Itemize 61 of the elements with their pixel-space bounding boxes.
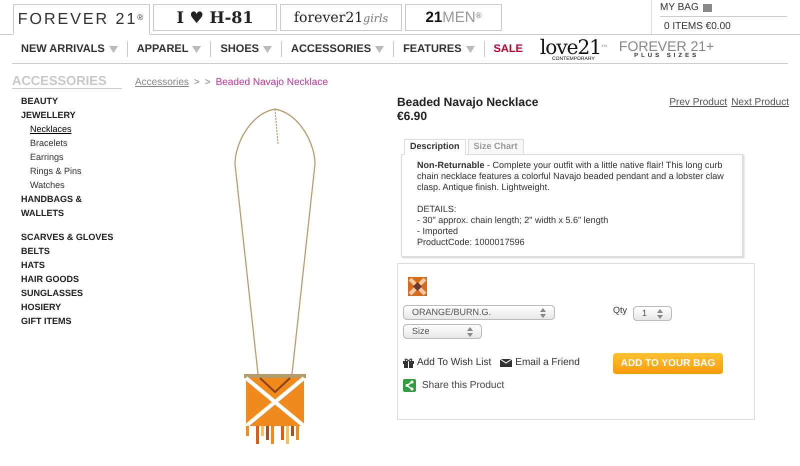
detail-line: - 30" approx. chain length; 2" width x 5.6" length bbox=[417, 215, 608, 226]
qty-label: Qty bbox=[613, 304, 628, 317]
shop-tab[interactable]: I ♥ H-81 bbox=[153, 4, 277, 31]
share-link[interactable]: Share this Product bbox=[422, 378, 504, 393]
nav-link[interactable]: SHOES bbox=[210, 40, 281, 58]
shop-tab[interactable]: FOREVER 21$^{®}$ bbox=[13, 4, 150, 35]
category-link[interactable]: JEWELLERY bbox=[21, 108, 116, 122]
envelope-icon bbox=[500, 358, 512, 366]
product-tab[interactable]: Description bbox=[404, 139, 466, 155]
category-link[interactable]: SCARVES & GLOVES bbox=[21, 230, 116, 244]
subcategory-link[interactable]: Earrings bbox=[30, 150, 64, 164]
bag-icon bbox=[702, 4, 712, 12]
gift-icon bbox=[403, 358, 414, 368]
breadcrumb-separator: > bbox=[204, 76, 211, 90]
caret-icon bbox=[466, 46, 475, 52]
product-price: €6.90 bbox=[397, 109, 428, 123]
breadcrumb-current: Beaded Navajo Necklace bbox=[216, 76, 328, 90]
qty-select[interactable]: 1 bbox=[633, 306, 672, 321]
wish-list-link[interactable]: Add To Wish List bbox=[417, 355, 492, 370]
subcategory-link[interactable]: Watches bbox=[30, 178, 65, 192]
subcategory-link[interactable]: Bracelets bbox=[30, 136, 68, 150]
email-friend-link[interactable]: Email a Friend bbox=[515, 355, 580, 370]
caret-icon bbox=[375, 46, 384, 52]
category-link[interactable]: BEAUTY bbox=[21, 94, 116, 108]
category-link[interactable]: GIFT ITEMS bbox=[21, 314, 116, 328]
subcategory-link[interactable]: Necklaces bbox=[30, 122, 72, 136]
spinner-icon bbox=[540, 308, 546, 318]
nav-link[interactable]: FEATURES bbox=[393, 40, 484, 58]
breadcrumb-link[interactable]: Accessories bbox=[135, 75, 189, 90]
category-link[interactable]: HAIR GOODS bbox=[21, 272, 116, 286]
shop-tab[interactable]: forever21girls bbox=[280, 4, 402, 31]
description-text: Non-Returnable - Complete your outfit with a little native flair! This long curb chain necklace features a colorful Navajo beaded pendant and a lobster claw clasp. Antique finish. Lightweight. bbox=[417, 160, 725, 193]
prev-product-link[interactable]: Prev Product bbox=[669, 95, 728, 110]
nav-link[interactable]: APPAREL bbox=[126, 40, 210, 58]
subcategory-link[interactable]: Rings & Pins bbox=[30, 164, 82, 178]
category-link[interactable]: HOSIERY bbox=[21, 300, 116, 314]
spinner-icon bbox=[657, 308, 664, 318]
product-name: Beaded Navajo Necklace bbox=[397, 95, 538, 109]
nav-link[interactable]: NEW ARRIVALS bbox=[12, 40, 127, 58]
detail-line: ProductCode: 1000017596 bbox=[417, 237, 525, 248]
category-link[interactable]: BELTS bbox=[21, 244, 116, 258]
category-link[interactable]: HANDBAGS & WALLETS bbox=[21, 192, 116, 220]
color-select[interactable]: ORANGE/BURN.G. bbox=[403, 305, 555, 320]
spinner-icon bbox=[467, 326, 473, 336]
breadcrumb-separator: > bbox=[194, 76, 200, 90]
nav-link[interactable]: ACCESSORIES bbox=[281, 40, 394, 58]
nav-link[interactable]: SALE bbox=[484, 40, 532, 58]
next-product-link[interactable]: Next Product bbox=[731, 95, 789, 110]
detail-line: DETAILS: bbox=[417, 204, 456, 215]
category-link[interactable]: SUNGLASSES bbox=[21, 286, 116, 300]
caret-icon bbox=[108, 46, 118, 52]
color-swatch[interactable] bbox=[408, 277, 427, 296]
share-icon bbox=[403, 379, 416, 392]
bag-title[interactable]: MY BAG bbox=[660, 0, 699, 15]
shop-tab[interactable]: 21MEN$^{®}$ bbox=[405, 4, 502, 31]
caret-icon bbox=[192, 46, 202, 52]
detail-line: - Imported bbox=[417, 226, 458, 237]
bag-summary: 0 ITEMS €0.00 bbox=[664, 20, 732, 34]
caret-icon bbox=[263, 46, 272, 52]
size-select[interactable]: Size bbox=[403, 324, 482, 339]
category-link[interactable]: HATS bbox=[21, 258, 116, 272]
